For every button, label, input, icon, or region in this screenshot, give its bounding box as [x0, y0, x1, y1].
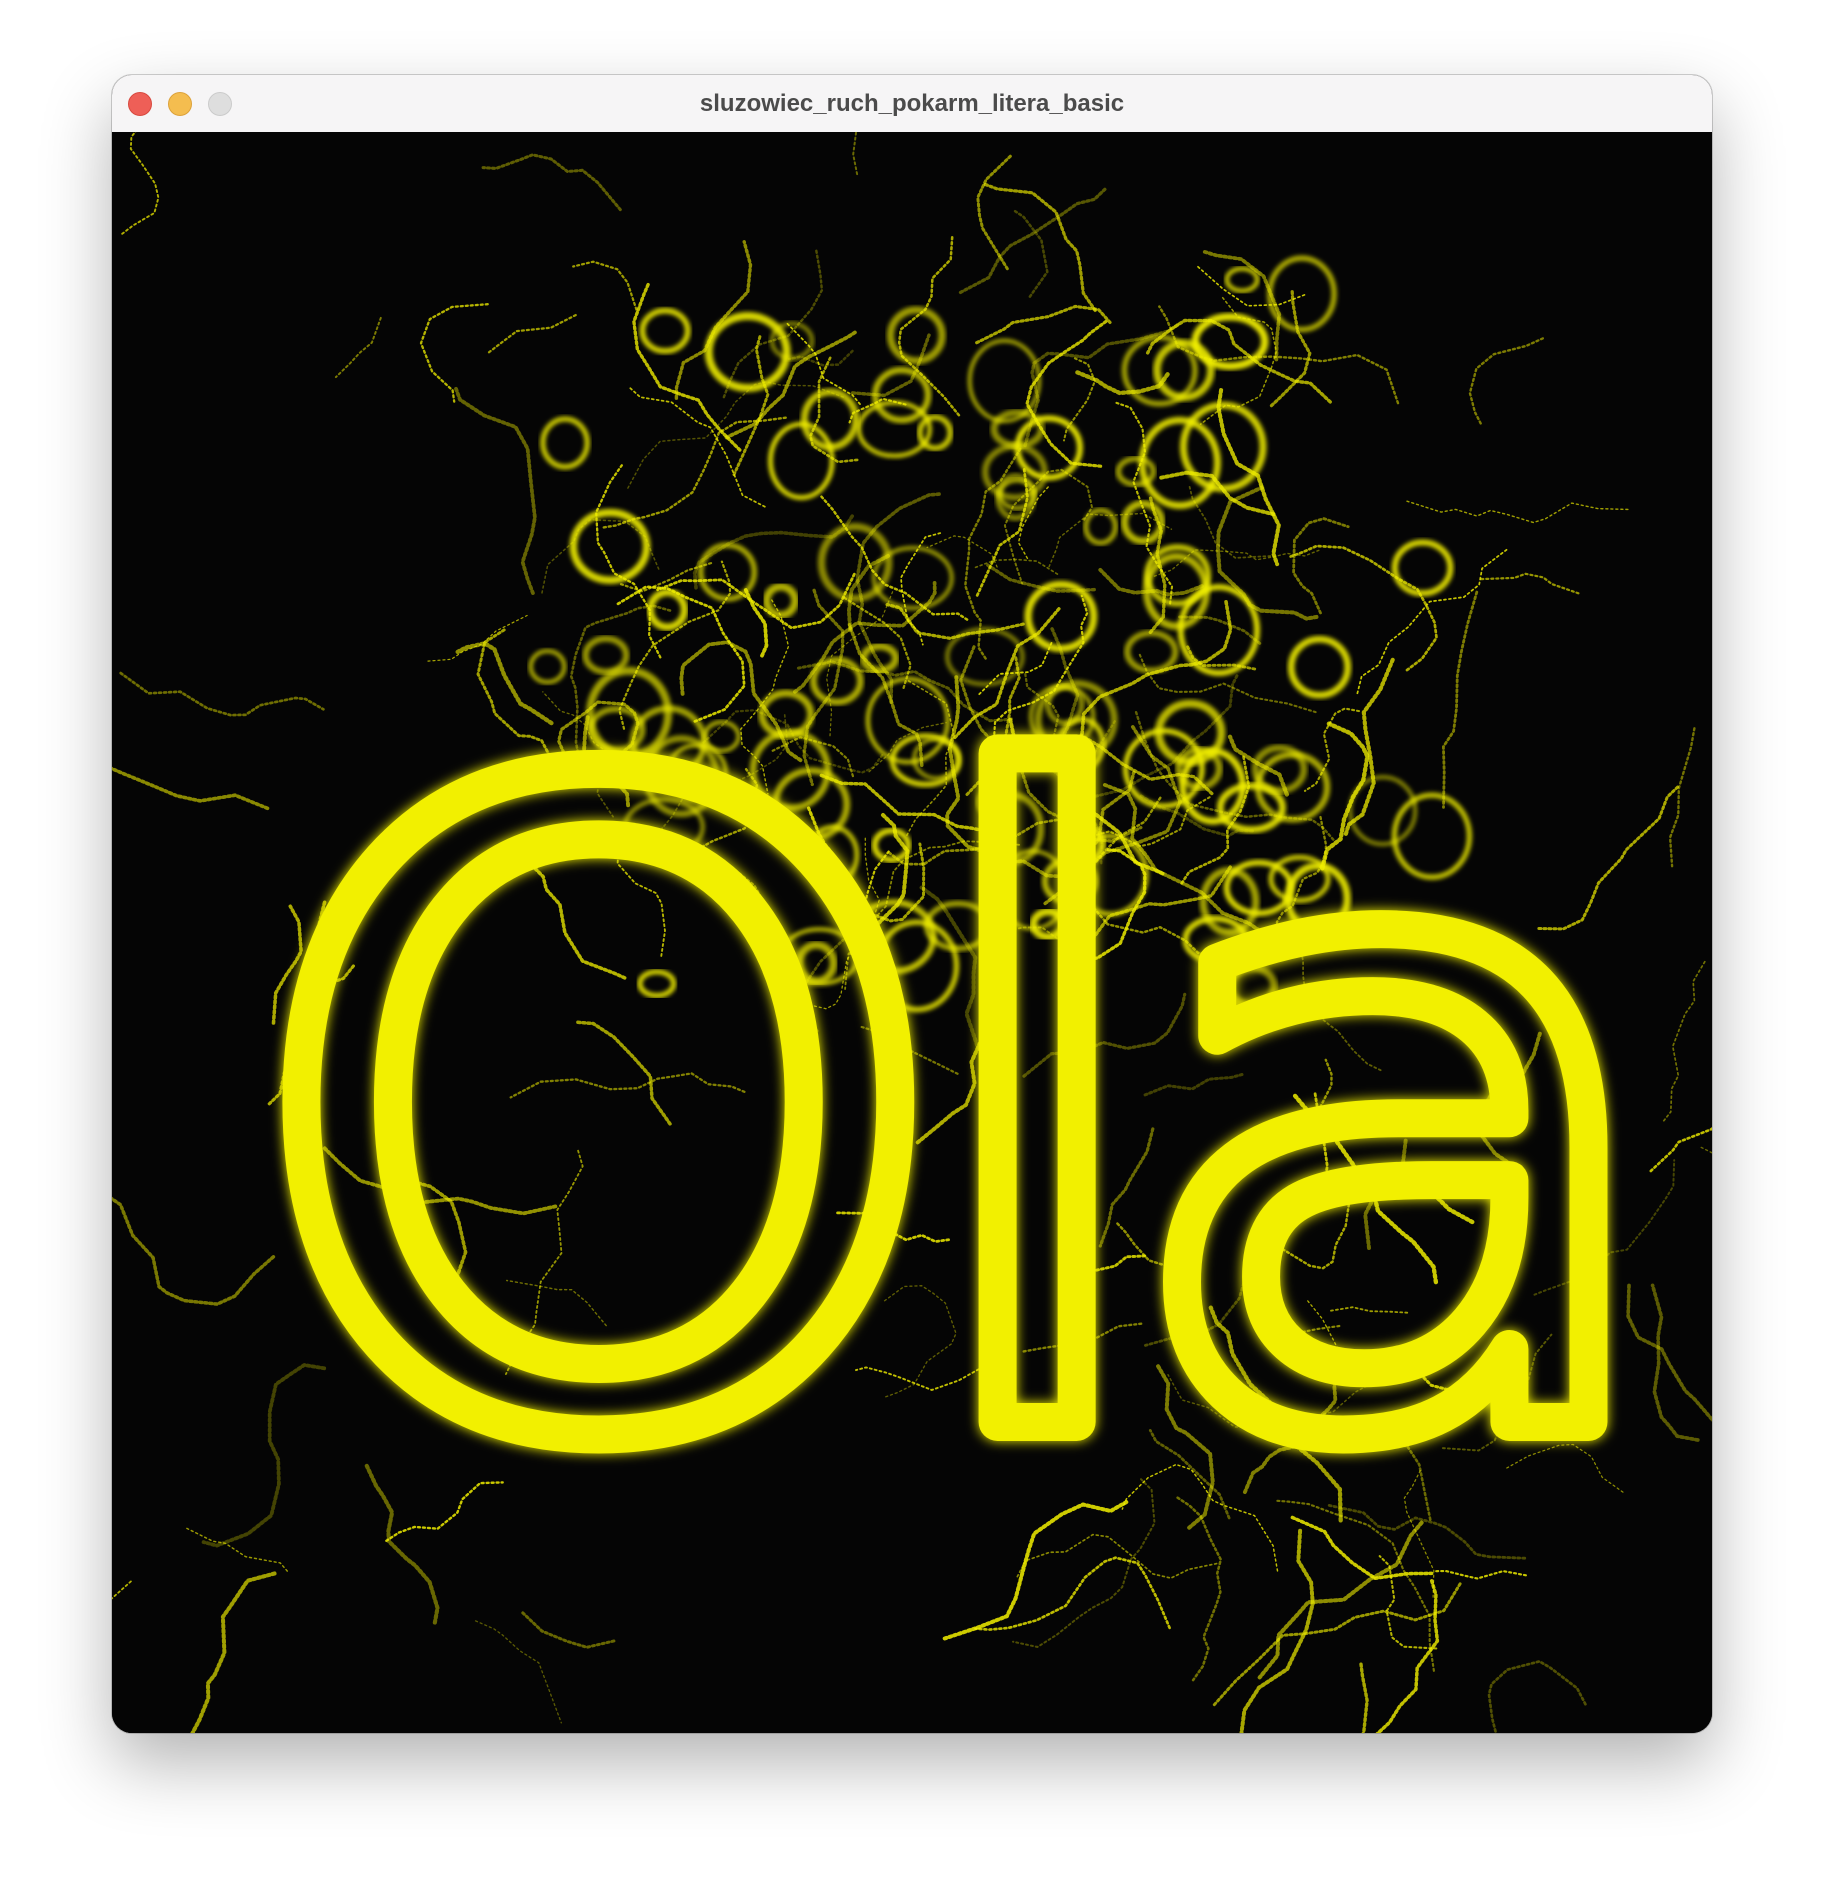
slime-text-ola: Ola	[252, 605, 1638, 1630]
slime-letters: Ola	[233, 586, 1687, 1649]
app-window: sluzowiec_ruch_pokarm_litera_basic Ola	[112, 75, 1712, 1733]
simulation-canvas[interactable]: Ola	[112, 132, 1712, 1733]
slime-mold-drawing: Ola	[112, 132, 1712, 1733]
window-title: sluzowiec_ruch_pokarm_litera_basic	[699, 90, 1125, 117]
title-bar[interactable]: sluzowiec_ruch_pokarm_litera_basic	[112, 75, 1712, 133]
